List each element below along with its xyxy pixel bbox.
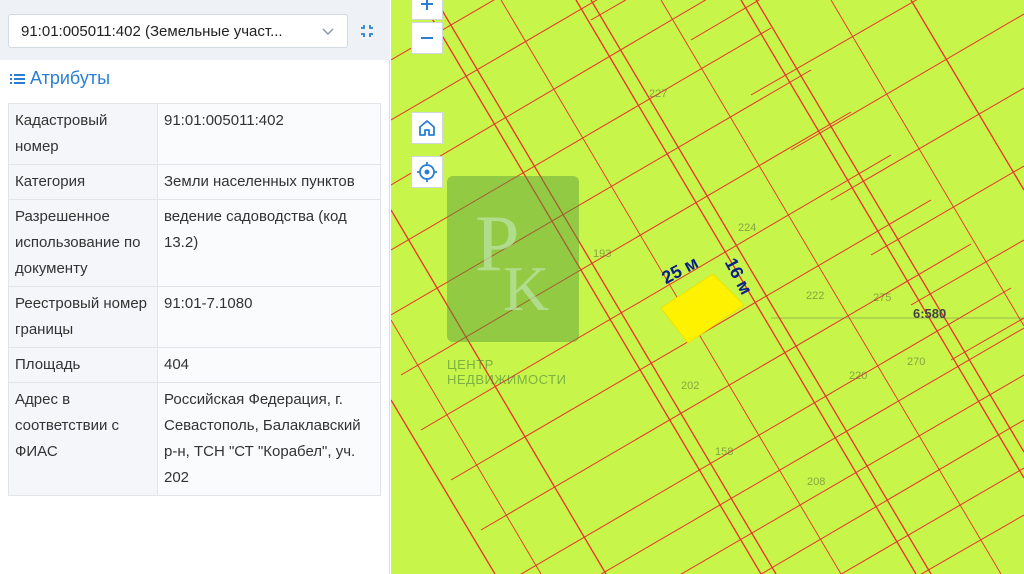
attr-value: 404 bbox=[157, 347, 381, 383]
svg-text:K: K bbox=[503, 253, 549, 324]
left-panel: 91:01:005011:402 (Земельные участ... Атр… bbox=[0, 0, 390, 574]
expand-icon[interactable] bbox=[358, 22, 376, 40]
watermark-text: ЦЕНТР НЕДВИЖИМОСТИ bbox=[447, 357, 567, 387]
attr-value: Российская Федерация, г. Севастополь, Ба… bbox=[157, 382, 381, 496]
table-row: Разрешенное использование по документу в… bbox=[8, 199, 381, 287]
zoom-out-button[interactable] bbox=[411, 22, 443, 54]
attributes-header[interactable]: Атрибуты bbox=[10, 68, 110, 89]
parcel-number: 275 bbox=[873, 292, 892, 304]
chevron-down-icon bbox=[322, 28, 334, 35]
attr-key: Адрес в соответствии с ФИАС bbox=[8, 382, 158, 496]
parcel-number: 270 bbox=[907, 356, 926, 368]
attr-key: Кадастровый номер bbox=[8, 103, 158, 165]
parcel-number: 227 bbox=[649, 88, 668, 100]
parcel-map: P K bbox=[391, 0, 1024, 574]
attr-key: Реестровый номер границы bbox=[8, 286, 158, 348]
attr-value: 91:01:005011:402 bbox=[157, 103, 381, 165]
parcel-number: 220 bbox=[849, 370, 868, 382]
locate-icon bbox=[417, 162, 437, 182]
attr-value: 91:01-7.1080 bbox=[157, 286, 381, 348]
table-row: Реестровый номер границы 91:01-7.1080 bbox=[8, 286, 381, 348]
table-row: Адрес в соответствии с ФИАС Российская Ф… bbox=[8, 382, 381, 496]
selector-bar: 91:01:005011:402 (Земельные участ... bbox=[0, 0, 390, 60]
attr-value: Земли населенных пунктов bbox=[157, 164, 381, 200]
home-icon bbox=[419, 120, 435, 136]
list-icon bbox=[10, 73, 25, 84]
attr-value: ведение садоводства (код 13.2) bbox=[157, 199, 381, 287]
attr-key: Площадь bbox=[8, 347, 158, 383]
table-row: Кадастровый номер 91:01:005011:402 bbox=[8, 103, 381, 165]
attr-key: Разрешенное использование по документу bbox=[8, 199, 158, 287]
zoom-in-button[interactable] bbox=[411, 0, 443, 20]
attributes-table: Кадастровый номер 91:01:005011:402 Катег… bbox=[8, 103, 381, 496]
locate-button[interactable] bbox=[411, 156, 443, 188]
parcel-number: 224 bbox=[738, 222, 757, 234]
home-button[interactable] bbox=[411, 112, 443, 144]
parcel-number: 158 bbox=[715, 446, 734, 458]
attributes-title: Атрибуты bbox=[30, 68, 111, 88]
parcel-number: 222 bbox=[806, 290, 825, 302]
object-selector[interactable]: 91:01:005011:402 (Земельные участ... bbox=[8, 14, 348, 48]
parcel-number: 208 bbox=[807, 476, 826, 488]
attr-key: Категория bbox=[8, 164, 158, 200]
zoom-out-icon bbox=[421, 37, 433, 39]
object-selector-value: 91:01:005011:402 (Земельные участ... bbox=[21, 22, 283, 40]
parcel-number: 193 bbox=[593, 248, 612, 260]
zoom-in-icon bbox=[421, 0, 433, 10]
table-row: Категория Земли населенных пунктов bbox=[8, 164, 381, 200]
table-row: Площадь 404 bbox=[8, 347, 381, 383]
parcel-number: 202 bbox=[681, 380, 700, 392]
map-view[interactable]: P K ЦЕНТР НЕДВИЖИМОСТИ 25 м 16 м 6:580 2… bbox=[391, 0, 1024, 574]
boundary-label: 6:580 bbox=[913, 306, 947, 321]
